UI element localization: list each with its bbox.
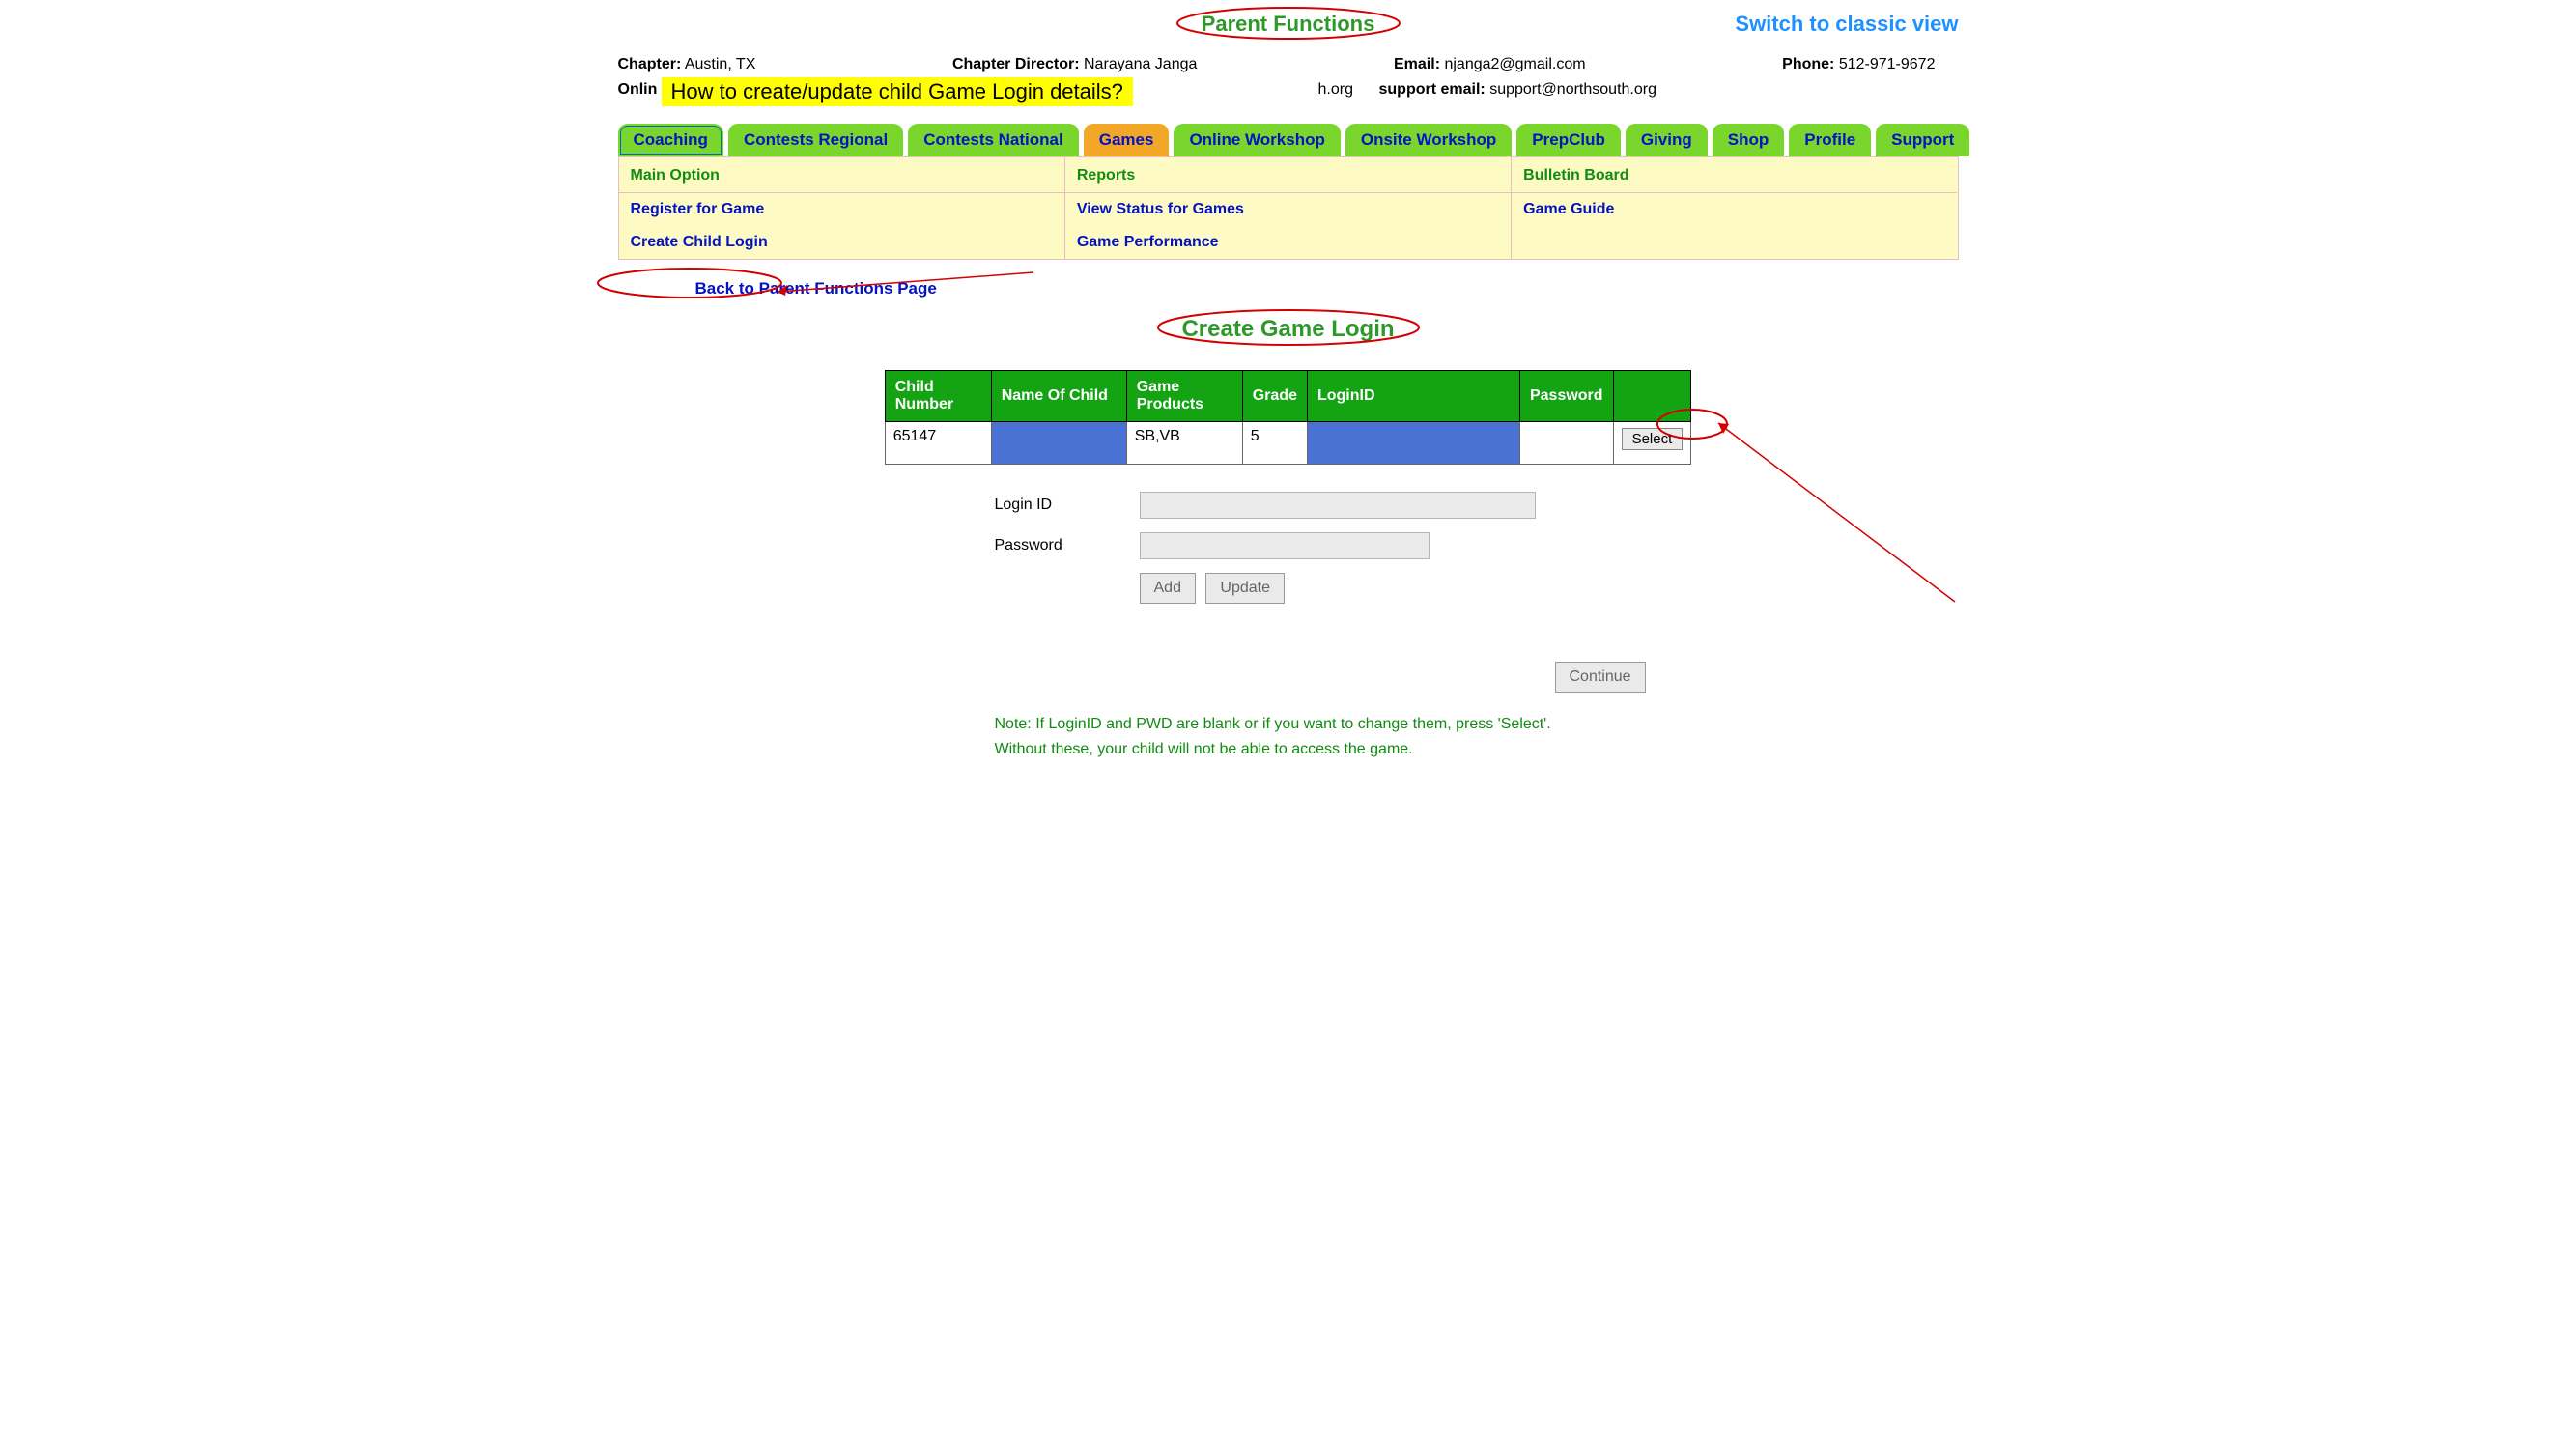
password-input[interactable] xyxy=(1140,532,1430,559)
table-header: Game Products xyxy=(1126,371,1242,422)
table-row: 65147 SB,VB5 Select xyxy=(885,422,1691,465)
submenu-item-game-guide[interactable]: Game Guide xyxy=(1512,193,1957,226)
tab-shop[interactable]: Shop xyxy=(1713,124,1785,156)
table-cell: 65147 xyxy=(885,422,991,465)
table-header: Name Of Child xyxy=(991,371,1126,422)
update-button[interactable]: Update xyxy=(1205,573,1285,604)
table-cell: SB,VB xyxy=(1126,422,1242,465)
note-text: Note: If LoginID and PWD are blank or if… xyxy=(995,712,1959,761)
tab-games[interactable]: Games xyxy=(1084,124,1170,156)
onlin-fragment: Onlin xyxy=(618,81,658,99)
submenu-item-create-child-login[interactable]: Create Child Login xyxy=(619,226,1064,259)
tab-profile[interactable]: Profile xyxy=(1789,124,1871,156)
tab-giving[interactable]: Giving xyxy=(1626,124,1708,156)
child-login-table: Child NumberName Of ChildGame ProductsGr… xyxy=(885,370,1692,465)
chapter-info: Chapter: Austin, TX xyxy=(618,56,756,73)
submenu-header: Bulletin Board xyxy=(1512,157,1957,193)
tab-support[interactable]: Support xyxy=(1876,124,1969,156)
submenu-item-register-for-game[interactable]: Register for Game xyxy=(619,193,1064,226)
back-parent-functions-link[interactable]: Back to Parent Functions Page xyxy=(695,279,937,298)
email-info: Email: njanga2@gmail.com xyxy=(1394,56,1586,73)
table-cell xyxy=(991,422,1126,465)
select-button[interactable]: Select xyxy=(1622,428,1684,450)
table-cell xyxy=(1307,422,1519,465)
submenu-header: Reports xyxy=(1065,157,1511,193)
table-header: Password xyxy=(1519,371,1613,422)
support-email-info: support email: support@northsouth.org xyxy=(1379,81,1656,99)
games-submenu: Main OptionRegister for GameCreate Child… xyxy=(618,156,1959,260)
password-label: Password xyxy=(995,537,1140,554)
login-id-input[interactable] xyxy=(1140,492,1536,519)
submenu-header: Main Option xyxy=(619,157,1064,193)
table-header: Grade xyxy=(1242,371,1307,422)
tab-contests-national[interactable]: Contests National xyxy=(908,124,1079,156)
submenu-item-game-performance[interactable]: Game Performance xyxy=(1065,226,1511,259)
section-title: Create Game Login xyxy=(1158,312,1417,347)
table-header xyxy=(1613,371,1691,422)
table-cell xyxy=(1519,422,1613,465)
switch-classic-link[interactable]: Switch to classic view xyxy=(1735,12,1958,36)
main-tabs: CoachingContests RegionalContests Nation… xyxy=(618,124,1959,156)
table-header: LoginID xyxy=(1307,371,1519,422)
director-info: Chapter Director: Narayana Janga xyxy=(952,56,1197,73)
table-cell: 5 xyxy=(1242,422,1307,465)
tab-coaching[interactable]: Coaching xyxy=(618,124,723,156)
continue-button[interactable]: Continue xyxy=(1555,662,1646,693)
instruction-highlight: How to create/update child Game Login de… xyxy=(662,77,1133,106)
phone-info: Phone: 512-971-9672 xyxy=(1782,56,1935,73)
login-id-label: Login ID xyxy=(995,497,1140,514)
table-cell: Select xyxy=(1613,422,1691,465)
page-title: Parent Functions xyxy=(1184,10,1393,39)
tab-prepclub[interactable]: PrepClub xyxy=(1516,124,1621,156)
horg-fragment: h.org xyxy=(1318,81,1353,99)
table-header: Child Number xyxy=(885,371,991,422)
add-button[interactable]: Add xyxy=(1140,573,1196,604)
tab-online-workshop[interactable]: Online Workshop xyxy=(1174,124,1340,156)
submenu-item-view-status-for-games[interactable]: View Status for Games xyxy=(1065,193,1511,226)
tab-contests-regional[interactable]: Contests Regional xyxy=(728,124,903,156)
tab-onsite-workshop[interactable]: Onsite Workshop xyxy=(1345,124,1512,156)
login-form: Login ID Password Add Update xyxy=(995,492,1959,604)
